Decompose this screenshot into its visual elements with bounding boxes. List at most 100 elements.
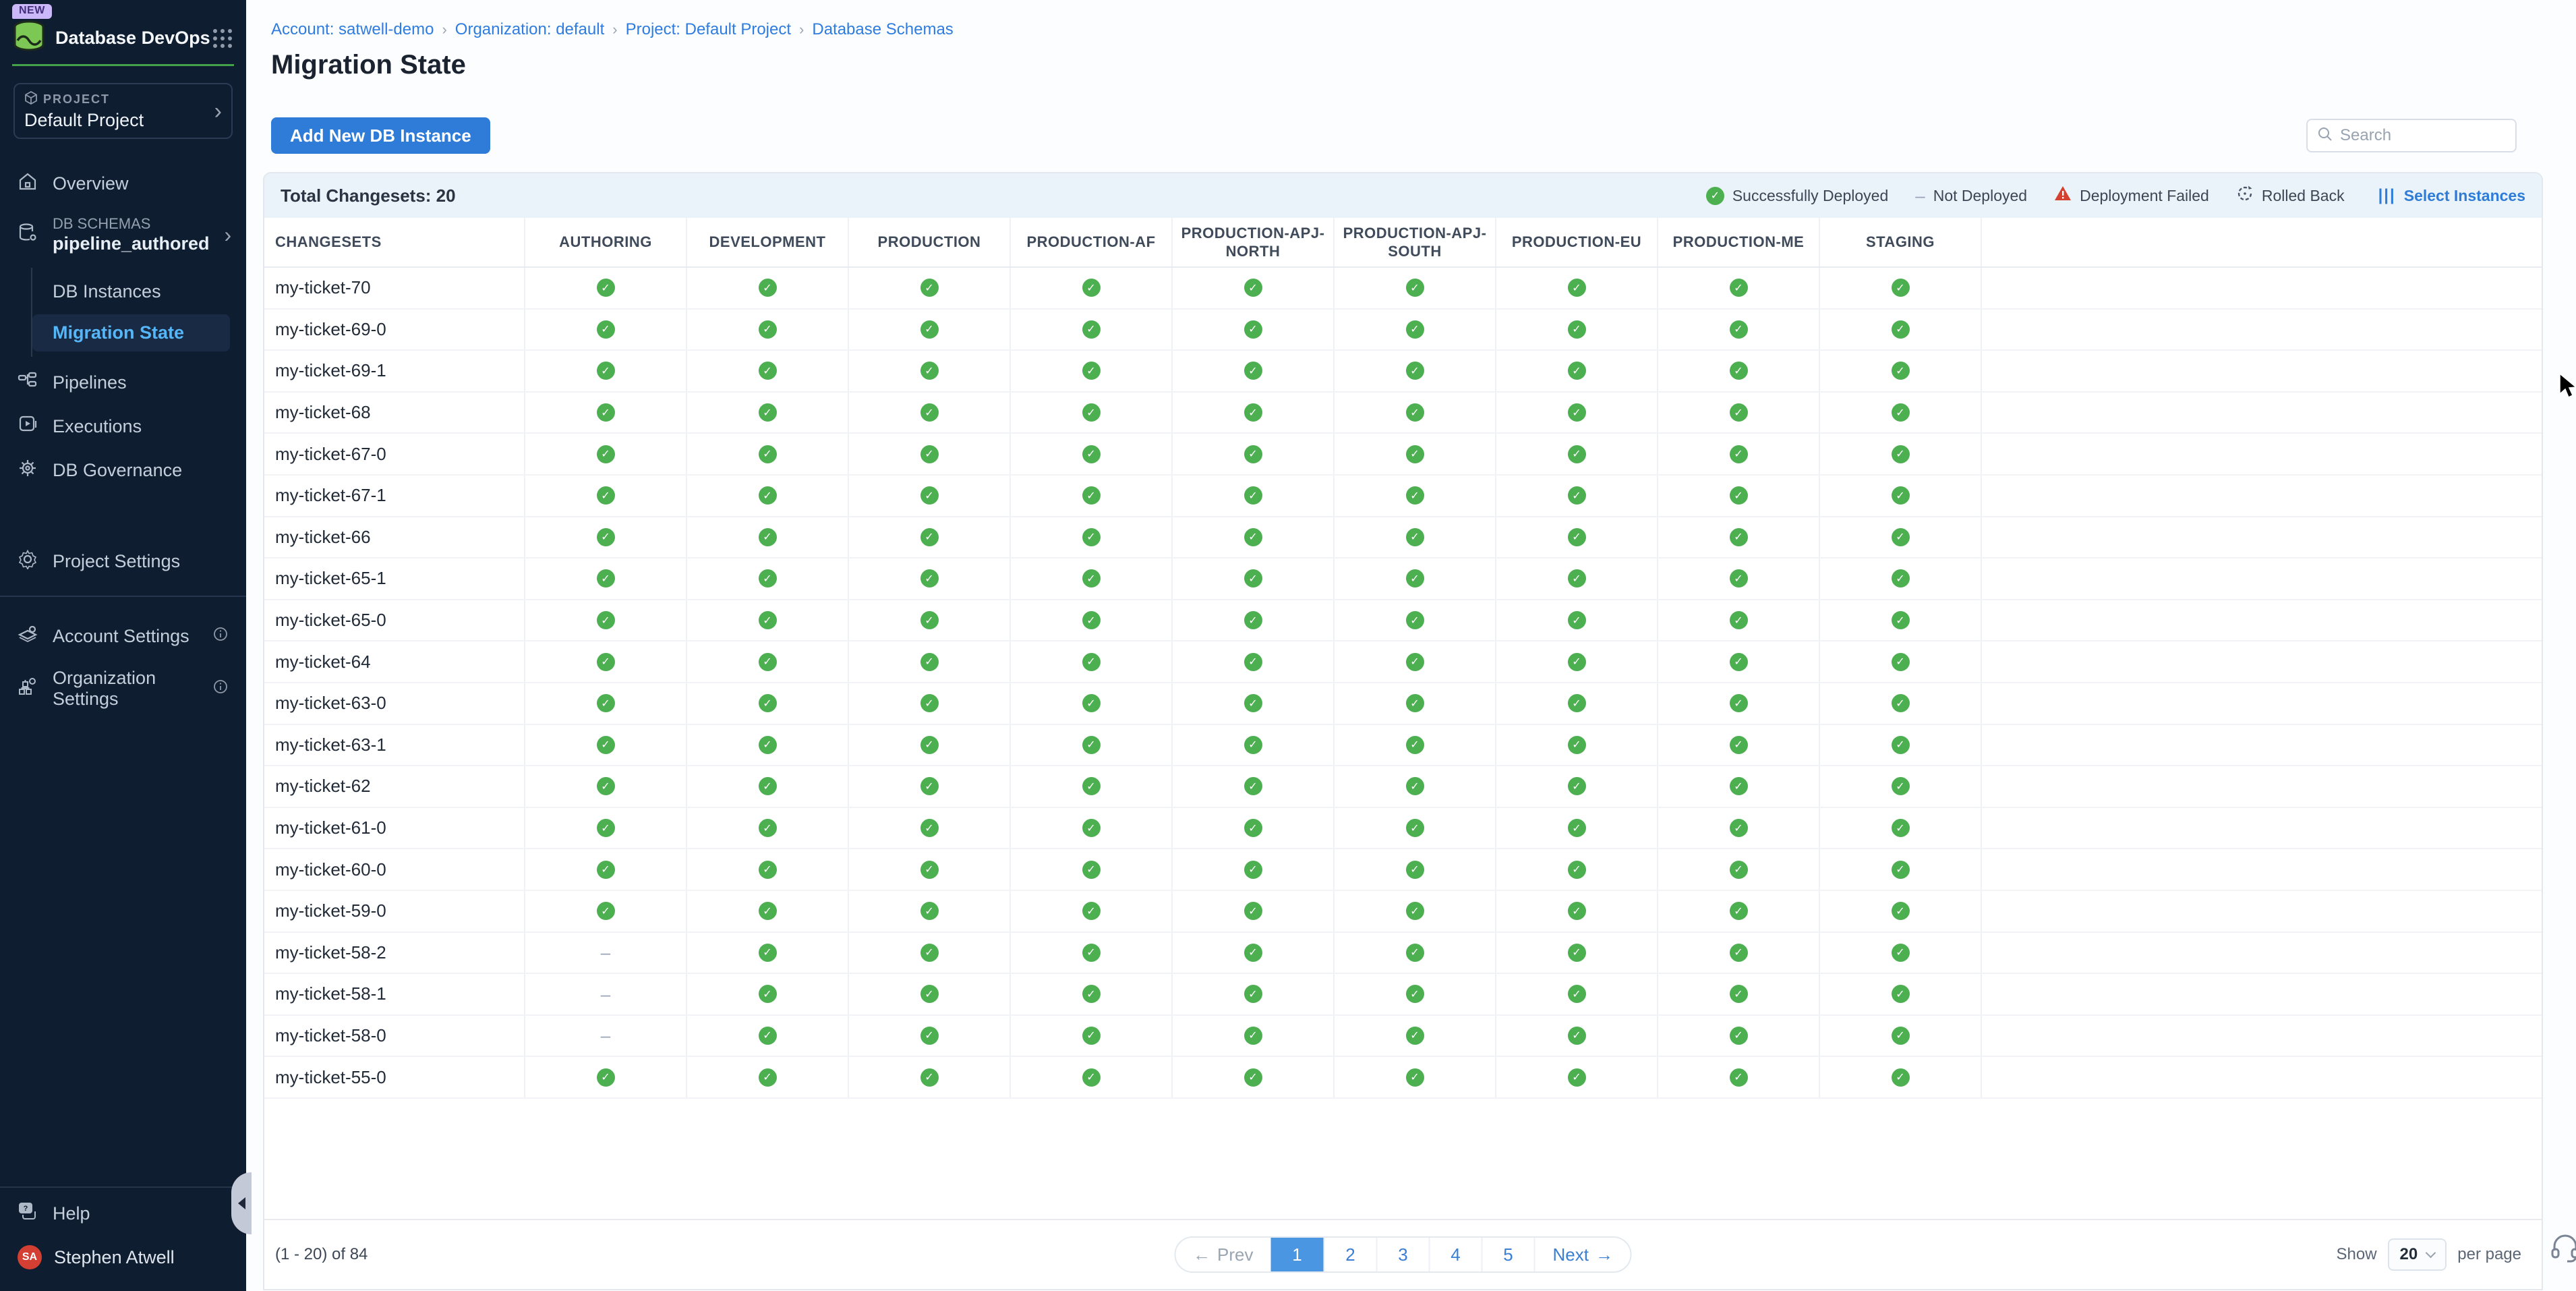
page-button-4[interactable]: 4 (1429, 1238, 1482, 1271)
table-row[interactable]: my-ticket-69-1✓✓✓✓✓✓✓✓✓ (264, 351, 2542, 393)
status-cell: ✓ (525, 891, 687, 931)
status-cell: ✓ (849, 517, 1011, 558)
success-check-icon: ✓ (597, 736, 615, 754)
status-cell: ✓ (525, 808, 687, 849)
status-cell: ✓ (849, 933, 1011, 973)
status-cell: ✓ (1658, 434, 1820, 474)
support-headset-icon[interactable] (2549, 1232, 2576, 1267)
success-check-icon: ✓ (1244, 736, 1262, 754)
success-check-icon: ✓ (1568, 861, 1586, 879)
status-cell: ✓ (525, 600, 687, 641)
table-row[interactable]: my-ticket-68✓✓✓✓✓✓✓✓✓ (264, 393, 2542, 434)
success-check-icon: ✓ (597, 861, 615, 879)
status-cell: ✓ (1335, 1057, 1496, 1097)
sidebar-subitem-db-instances[interactable]: DB Instances (32, 273, 230, 310)
breadcrumb-link[interactable]: Organization: default (455, 20, 604, 39)
status-cell: ✓ (1011, 933, 1173, 973)
table-row[interactable]: my-ticket-60-0✓✓✓✓✓✓✓✓✓ (264, 849, 2542, 891)
table-row[interactable]: my-ticket-65-0✓✓✓✓✓✓✓✓✓ (264, 600, 2542, 642)
sidebar-item-account-settings[interactable]: Account Settings (0, 614, 246, 658)
add-db-instance-button[interactable]: Add New DB Instance (271, 117, 490, 154)
select-instances-link[interactable]: ||| Select Instances (2378, 186, 2525, 205)
sidebar-subitem-migration-state[interactable]: Migration State (32, 314, 230, 351)
table-row[interactable]: my-ticket-61-0✓✓✓✓✓✓✓✓✓ (264, 808, 2542, 850)
table-row[interactable]: my-ticket-67-1✓✓✓✓✓✓✓✓✓ (264, 476, 2542, 517)
success-check-icon: ✓ (759, 320, 777, 339)
column-header: CHANGESETS (264, 218, 525, 266)
migration-state-card: Total Changesets: 20 ✓Successfully Deplo… (263, 172, 2543, 1290)
table-row[interactable]: my-ticket-62✓✓✓✓✓✓✓✓✓ (264, 766, 2542, 808)
page-size-control: Show 20 per page (2337, 1238, 2522, 1271)
page-button-1[interactable]: 1 (1271, 1238, 1324, 1271)
user-menu[interactable]: SA Stephen Atwell (0, 1236, 246, 1284)
info-icon[interactable] (212, 679, 229, 699)
apps-grid-icon[interactable] (210, 26, 235, 51)
page-button-2[interactable]: 2 (1324, 1238, 1376, 1271)
status-cell: ✓ (1496, 891, 1658, 931)
status-cell: ✓ (687, 725, 849, 766)
page-size-select[interactable]: 20 (2388, 1238, 2447, 1271)
status-cell: ✓ (687, 766, 849, 807)
table-row[interactable]: my-ticket-59-0✓✓✓✓✓✓✓✓✓ (264, 891, 2542, 933)
table-row[interactable]: my-ticket-58-1–✓✓✓✓✓✓✓✓ (264, 974, 2542, 1016)
sidebar-item-pipelines[interactable]: Pipelines (0, 361, 246, 405)
breadcrumb-link[interactable]: Database Schemas (812, 20, 953, 39)
page-button-3[interactable]: 3 (1376, 1238, 1429, 1271)
page-button-5[interactable]: 5 (1482, 1238, 1534, 1271)
table-row[interactable]: my-ticket-67-0✓✓✓✓✓✓✓✓✓ (264, 434, 2542, 476)
project-selector[interactable]: PROJECT Default Project › (13, 83, 233, 139)
table-row[interactable]: my-ticket-64✓✓✓✓✓✓✓✓✓ (264, 641, 2542, 683)
status-cell: ✓ (1335, 974, 1496, 1014)
table-row[interactable]: my-ticket-58-2–✓✓✓✓✓✓✓✓ (264, 933, 2542, 975)
status-cell: ✓ (1658, 476, 1820, 516)
table-row[interactable]: my-ticket-69-0✓✓✓✓✓✓✓✓✓ (264, 310, 2542, 351)
status-cell: ✓ (1496, 641, 1658, 682)
status-cell: ✓ (1011, 351, 1173, 391)
sidebar-item-db-governance[interactable]: DB Governance (0, 449, 246, 492)
success-check-icon: ✓ (1082, 902, 1101, 920)
success-check-icon: ✓ (759, 985, 777, 1003)
sidebar-item-executions[interactable]: Executions (0, 405, 246, 449)
success-check-icon: ✓ (1082, 653, 1101, 671)
table-row[interactable]: my-ticket-63-1✓✓✓✓✓✓✓✓✓ (264, 725, 2542, 767)
status-cell: ✓ (1496, 933, 1658, 973)
success-check-icon: ✓ (1082, 819, 1101, 837)
next-page-button[interactable]: Next → (1534, 1238, 1631, 1271)
search-box[interactable] (2306, 119, 2517, 152)
table-row[interactable]: my-ticket-55-0✓✓✓✓✓✓✓✓✓ (264, 1057, 2542, 1099)
success-check-icon: ✓ (597, 902, 615, 920)
arrow-left-icon: ← (1193, 1244, 1210, 1265)
status-cell: ✓ (687, 933, 849, 973)
changeset-name: my-ticket-64 (264, 641, 525, 682)
success-check-icon: ✓ (1244, 985, 1262, 1003)
sidebar-item-help[interactable]: ? Help (0, 1192, 246, 1236)
breadcrumb-link[interactable]: Account: satwell-demo (271, 20, 434, 39)
table-row[interactable]: my-ticket-70✓✓✓✓✓✓✓✓✓ (264, 268, 2542, 310)
search-input[interactable] (2340, 126, 2506, 145)
status-cell: ✓ (1011, 1016, 1173, 1056)
sidebar-item-project-settings[interactable]: Project Settings (0, 540, 246, 583)
status-cell: ✓ (1011, 517, 1173, 558)
status-cell: ✓ (525, 766, 687, 807)
status-cell: ✓ (1173, 725, 1335, 766)
table-row[interactable]: my-ticket-65-1✓✓✓✓✓✓✓✓✓ (264, 558, 2542, 600)
sidebar-item-db-schemas[interactable]: DB SCHEMAS pipeline_authored › (0, 206, 246, 264)
prev-page-button[interactable]: ← Prev (1175, 1238, 1270, 1271)
status-cell: ✓ (687, 974, 849, 1014)
info-icon[interactable] (212, 626, 229, 647)
status-cell: ✓ (687, 683, 849, 724)
breadcrumb-link[interactable]: Project: Default Project (626, 20, 791, 39)
sidebar-item-overview[interactable]: Overview (0, 162, 246, 206)
table-row[interactable]: my-ticket-66✓✓✓✓✓✓✓✓✓ (264, 517, 2542, 559)
table-footer: (1 - 20) of 84 ← Prev 12345 Next → Show (264, 1219, 2542, 1289)
sidebar-collapse-handle[interactable] (231, 1172, 252, 1234)
success-check-icon: ✓ (920, 320, 939, 339)
table-row[interactable]: my-ticket-58-0–✓✓✓✓✓✓✓✓ (264, 1016, 2542, 1058)
status-cell: ✓ (1335, 351, 1496, 391)
table-row[interactable]: my-ticket-63-0✓✓✓✓✓✓✓✓✓ (264, 683, 2542, 725)
status-cell: ✓ (1011, 641, 1173, 682)
sidebar-item-organization-settings[interactable]: Organization Settings (0, 658, 246, 719)
changeset-name: my-ticket-67-0 (264, 434, 525, 474)
success-check-icon: ✓ (1406, 777, 1424, 795)
sidebar: NEW Database DevOps (0, 0, 246, 1291)
